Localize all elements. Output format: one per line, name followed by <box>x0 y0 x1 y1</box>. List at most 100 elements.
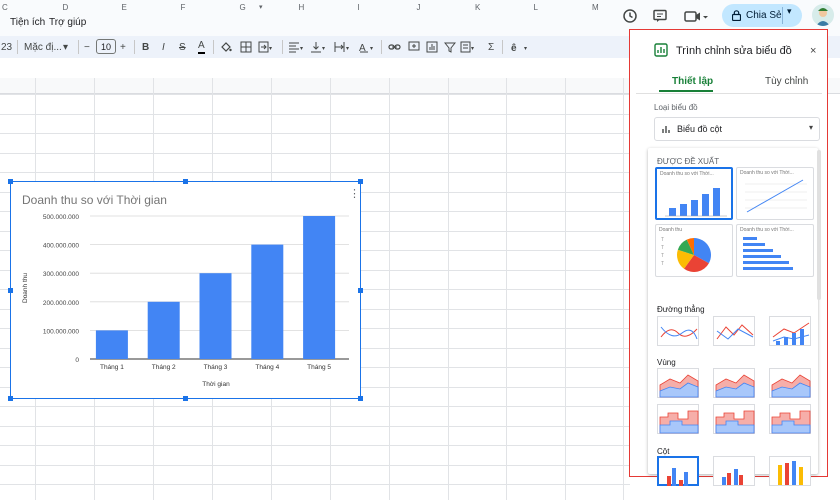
svg-text:▾: ▾ <box>346 46 349 52</box>
y-tick-label: 400.000.000 <box>43 243 80 250</box>
tab-customize[interactable]: Tùy chỉnh <box>765 76 808 87</box>
svg-text:T: T <box>661 261 664 267</box>
column-header-g[interactable]: G <box>240 3 246 12</box>
column-header-j[interactable]: J <box>417 3 421 12</box>
chart-option-steparea[interactable] <box>769 404 811 434</box>
resize-handle[interactable] <box>8 288 13 293</box>
meet-icon[interactable] <box>682 6 710 26</box>
column-menu-icon[interactable]: ▾ <box>259 3 263 11</box>
chart-option-area[interactable] <box>713 368 755 398</box>
line-section-label: Đường thẳng <box>657 305 705 314</box>
zoom-value[interactable]: 23 <box>1 40 12 54</box>
strikethrough-button[interactable]: S <box>179 40 186 54</box>
column-header-c[interactable]: C <box>2 3 8 12</box>
column-header-f[interactable]: F <box>181 3 186 12</box>
chart-option-steparea[interactable] <box>657 404 699 434</box>
bar[interactable] <box>303 216 336 359</box>
resize-handle[interactable] <box>183 179 188 184</box>
area-section-label: Vùng <box>657 358 676 367</box>
italic-button[interactable]: I <box>162 40 165 54</box>
chart-option-col[interactable] <box>657 456 699 486</box>
chevron-down-icon[interactable]: ▾ <box>63 40 68 54</box>
align-horizontal-icon[interactable]: ▾ <box>288 40 304 54</box>
column-header-d[interactable]: D <box>63 3 69 12</box>
chart-option-area[interactable] <box>769 368 811 398</box>
font-size-input[interactable]: 10 <box>96 39 116 54</box>
menu-extensions[interactable]: Tiện ích <box>10 17 45 28</box>
embedded-chart[interactable]: Doanh thu so với Thời gian ⋮ 0 100.000.00… <box>10 181 361 399</box>
filter-icon[interactable] <box>444 40 456 54</box>
x-tick-label: Tháng 2 <box>152 364 176 371</box>
avatar[interactable] <box>812 4 834 26</box>
y-axis-label: Doanh thu <box>22 273 29 303</box>
thumb-graphic <box>665 188 727 217</box>
row-gridline <box>0 153 630 154</box>
row-gridline <box>0 94 630 95</box>
suggested-chart-column[interactable]: Doanh thu so với Thời... <box>655 167 733 220</box>
column-header-i[interactable]: I <box>358 3 360 12</box>
chart-option-line[interactable] <box>657 316 699 346</box>
column-header-l[interactable]: L <box>534 3 538 12</box>
row-gridline <box>0 465 630 466</box>
chart-option-line[interactable] <box>769 316 811 346</box>
row-gridline <box>0 426 630 427</box>
chevron-down-icon[interactable]: ▾ <box>787 6 792 17</box>
text-wrap-icon[interactable]: ▾ <box>334 40 350 54</box>
suggested-chart-line[interactable]: Doanh thu so với Thời... <box>736 167 814 220</box>
bar[interactable] <box>251 244 284 359</box>
popup-scrollbar[interactable] <box>817 150 821 300</box>
column-header-h[interactable]: H <box>299 3 305 12</box>
bar[interactable] <box>95 330 128 359</box>
resize-handle[interactable] <box>8 396 13 401</box>
chart-option-col[interactable] <box>713 456 755 486</box>
chart-svg: 0 100.000.000 200.000.000 300.000.000 400.00… <box>22 214 349 388</box>
close-icon[interactable]: × <box>810 45 816 57</box>
menu-help[interactable]: Trợ giúp <box>49 17 86 28</box>
chart-option-steparea[interactable] <box>713 404 755 434</box>
resize-handle[interactable] <box>358 179 363 184</box>
resize-handle[interactable] <box>358 396 363 401</box>
tab-setup[interactable]: Thiết lập <box>672 76 713 87</box>
merge-cells-icon[interactable]: ▾ <box>258 40 272 54</box>
column-header-k[interactable]: K <box>475 3 480 12</box>
share-button[interactable]: Chia Sẻ ▾ <box>722 4 802 27</box>
chart-type-select[interactable]: Biểu đồ cột ▾ <box>654 117 820 141</box>
suggested-chart-bar[interactable]: Doanh thu so với Thời... <box>736 224 814 277</box>
suggested-chart-pie[interactable]: Doanh thu T T T T <box>655 224 733 277</box>
row-gridline <box>0 172 630 173</box>
y-tick-label: 0 <box>75 357 79 364</box>
filter-views-icon[interactable]: ▾ <box>460 40 476 54</box>
decrease-font-button[interactable]: − <box>84 40 90 54</box>
svg-text:▾: ▾ <box>524 46 527 52</box>
y-tick-label: 300.000.000 <box>43 271 80 278</box>
font-family-select[interactable]: Mặc đị... <box>24 40 62 54</box>
history-icon[interactable] <box>620 6 640 26</box>
bar[interactable] <box>147 301 180 359</box>
text-color-button[interactable]: A <box>198 40 205 54</box>
increase-font-button[interactable]: + <box>120 40 126 54</box>
bar[interactable] <box>199 273 232 359</box>
add-comment-icon[interactable] <box>408 40 420 54</box>
comment-icon[interactable] <box>650 6 670 26</box>
svg-text:▾: ▾ <box>471 46 474 52</box>
bar-chart-icon <box>661 124 671 134</box>
text-rotation-icon[interactable]: A ▾ <box>358 40 374 54</box>
chart-option-line[interactable] <box>713 316 755 346</box>
thumb-graphic <box>745 179 807 213</box>
resize-handle[interactable] <box>8 179 13 184</box>
column-header-e[interactable]: E <box>122 3 127 12</box>
fill-color-icon[interactable] <box>220 40 232 54</box>
input-tools-icon[interactable]: ê ▾ <box>510 40 530 54</box>
bold-button[interactable]: B <box>142 40 149 54</box>
insert-chart-icon[interactable] <box>426 40 438 54</box>
chart-type-label: Loại biểu đồ <box>654 103 698 112</box>
align-vertical-icon[interactable]: ▾ <box>310 40 326 54</box>
chart-option-area[interactable] <box>657 368 699 398</box>
link-icon[interactable] <box>388 40 401 54</box>
resize-handle[interactable] <box>183 396 188 401</box>
column-header-m[interactable]: M <box>592 3 599 12</box>
functions-button[interactable]: Σ <box>488 40 494 54</box>
borders-icon[interactable] <box>240 40 252 54</box>
chart-option-col[interactable] <box>769 456 811 486</box>
resize-handle[interactable] <box>358 288 363 293</box>
